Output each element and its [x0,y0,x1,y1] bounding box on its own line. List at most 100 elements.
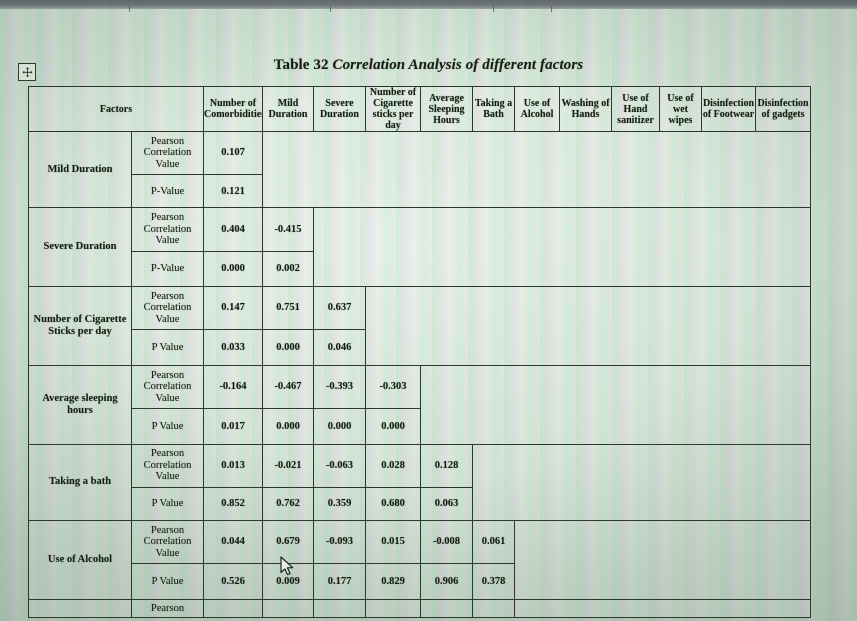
stat-label-pearson-5: Pearson Correlation Value [131,519,204,565]
stat-label-pearson-2: Pearson Correlation Value [131,286,204,331]
header-col-10: Disinfection of Footwear [701,86,756,132]
row-label-3: Average sleeping hours [28,364,132,445]
p-value-r0-c0: 0.121 [203,174,263,209]
row-label-4: Taking a bath [28,443,132,521]
p-value-r1-c0: 0.000 [203,250,263,288]
p-value-r4-c2: 0.359 [313,486,366,521]
table-caption: Table 32 Correlation Analysis of differe… [0,57,857,74]
table-move-handle-icon[interactable] [18,63,36,81]
stat-label-pvalue-0: P-Value [131,174,204,209]
pearson-value-r1-c1: -0.415 [262,207,314,252]
truncated-cell-4 [420,598,473,619]
stat-label-pearson-4: Pearson Correlation Value [131,443,204,488]
header-col-9: Use of wet wipes [659,86,702,132]
header-col-7: Washing of Hands [559,86,612,132]
empty-upper-triangle-r1 [313,207,811,288]
table-row: Mild Duration Pearson Correlation Value 0.… [28,130,811,209]
p-value-r1-c1: 0.002 [262,250,314,288]
pearson-value-r4-c3: 0.028 [365,443,421,488]
p-value-r5-c3: 0.829 [365,563,421,600]
p-value-r4-c3: 0.680 [365,486,421,521]
correlation-table[interactable]: Factors Number of Comorbidities Mild Dur… [28,86,811,619]
stat-label-pearson-3: Pearson Correlation Value [131,364,204,410]
pearson-value-r5-c1: 0.679 [262,519,314,565]
row-label-2: Number of Cigarette Sticks per day [28,286,132,366]
pearson-value-r2-c1: 0.751 [262,286,314,331]
pearson-value-r3-c3: -0.303 [365,364,421,410]
p-value-r2-c0: 0.033 [203,329,263,366]
p-value-r3-c1: 0.000 [262,408,314,445]
pearson-value-r0-c0: 0.107 [203,130,263,176]
pearson-value-r4-c1: -0.021 [262,443,314,488]
stat-label-pvalue-4: P Value [131,486,204,521]
p-value-r5-c0: 0.526 [203,563,263,600]
header-col-1: Mild Duration [262,86,314,132]
p-value-r5-c4: 0.906 [420,563,473,600]
empty-upper-triangle-r3 [420,364,811,445]
empty-upper-triangle-truncated [514,598,811,619]
pearson-value-r2-c0: 0.147 [203,286,263,331]
row-label-truncated [28,598,132,619]
document-page: Table 32 Correlation Analysis of differe… [0,0,857,621]
pearson-value-r5-c0: 0.044 [203,519,263,565]
header-col-6: Use of Alcohol [514,86,560,132]
pearson-value-r3-c0: -0.164 [203,364,263,410]
pearson-value-r5-c3: 0.015 [365,519,421,565]
empty-upper-triangle-r0 [262,130,811,209]
truncated-cell-1 [262,598,314,619]
pearson-value-r3-c1: -0.467 [262,364,314,410]
table-header-row: Factors Number of Comorbidities Mild Dur… [28,86,811,132]
stat-label-pearson-0: Pearson Correlation Value [131,130,204,176]
pearson-value-r1-c0: 0.404 [203,207,263,252]
table-caption-name: Correlation Analysis of different factor… [332,57,584,73]
stat-label-truncated: Pearson [131,598,204,619]
header-factors: Factors [28,86,204,132]
pearson-value-r4-c0: 0.013 [203,443,263,488]
table-row: Taking a bath Pearson Correlation Value 0.… [28,443,811,521]
truncated-cell-0 [203,598,263,619]
row-label-5: Use of Alcohol [28,519,132,600]
p-value-r4-c0: 0.852 [203,486,263,521]
table-row: Severe Duration Pearson Correlation Value… [28,207,811,288]
stat-label-pvalue-3: P Value [131,408,204,445]
stat-label-pvalue-1: P-Value [131,250,204,288]
p-value-r3-c0: 0.017 [203,408,263,445]
header-col-2: Severe Duration [313,86,366,132]
header-col-0: Number of Comorbidities [203,86,263,132]
header-col-11: Disinfection of gadgets [755,86,811,132]
pearson-value-r3-c2: -0.393 [313,364,366,410]
truncated-cell-2 [313,598,366,619]
empty-upper-triangle-r5 [514,519,811,600]
table-caption-label: Table 32 [273,57,329,73]
pearson-value-r4-c2: -0.063 [313,443,366,488]
header-col-3: Number of Cigarette sticks per day [365,86,421,132]
empty-upper-triangle-r2 [365,286,811,366]
table-row: Average sleeping hours Pearson Correlatio… [28,364,811,445]
truncated-cell-3 [365,598,421,619]
pearson-value-r5-c2: -0.093 [313,519,366,565]
table-body: Mild Duration Pearson Correlation Value 0.… [28,130,811,619]
pearson-value-r2-c2: 0.637 [313,286,366,331]
p-value-r4-c1: 0.762 [262,486,314,521]
stat-label-pearson-1: Pearson Correlation Value [131,207,204,252]
stat-label-pvalue-2: P Value [131,329,204,366]
truncated-cell-5 [472,598,515,619]
row-label-1: Severe Duration [28,207,132,288]
table-row: Use of Alcohol Pearson Correlation Value 0… [28,519,811,600]
p-value-r5-c1: 0.009 [262,563,314,600]
pearson-value-r4-c4: 0.128 [420,443,473,488]
p-value-r5-c5: 0.378 [472,563,515,600]
p-value-r3-c3: 0.000 [365,408,421,445]
pearson-value-r5-c5: 0.061 [472,519,515,565]
empty-upper-triangle-r4 [472,443,811,521]
p-value-r3-c2: 0.000 [313,408,366,445]
p-value-r4-c4: 0.063 [420,486,473,521]
header-col-4: Average Sleeping Hours [420,86,473,132]
pearson-value-r5-c4: -0.008 [420,519,473,565]
header-col-8: Use of Hand sanitizer [611,86,660,132]
table-row: Number of Cigarette Sticks per day Pearso… [28,286,811,366]
p-value-r2-c2: 0.046 [313,329,366,366]
row-label-0: Mild Duration [28,130,132,209]
stat-label-pvalue-5: P Value [131,563,204,600]
p-value-r5-c2: 0.177 [313,563,366,600]
